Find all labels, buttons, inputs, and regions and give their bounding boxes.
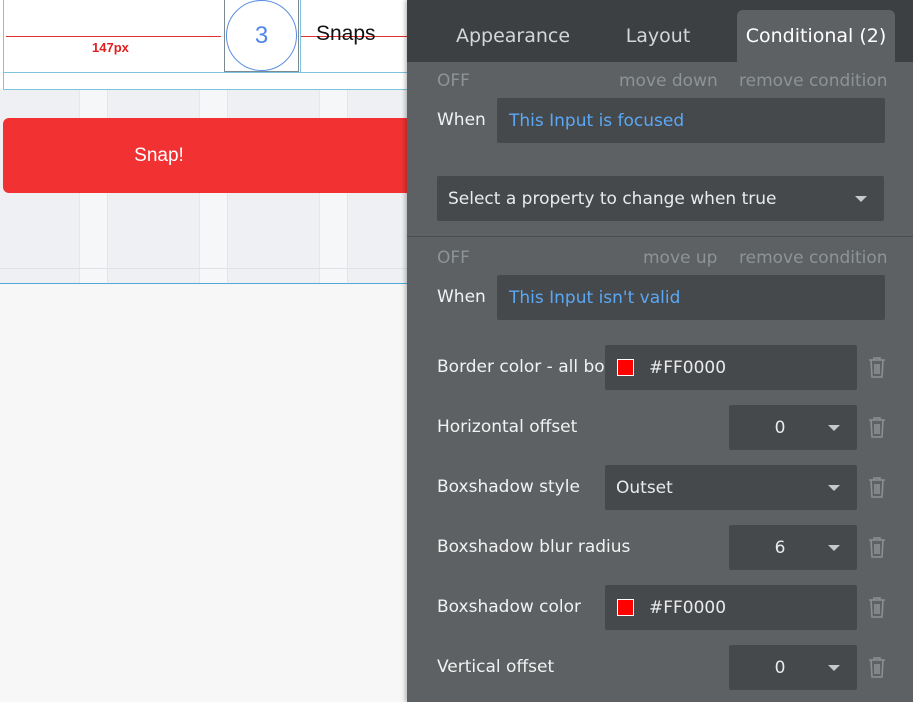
boxshadow-color-picker[interactable]: #FF0000 bbox=[605, 585, 857, 630]
trash-icon[interactable] bbox=[868, 596, 886, 618]
condition-separator bbox=[407, 236, 913, 237]
snaps-text-element[interactable]: Snaps bbox=[316, 22, 376, 46]
canvas-group-top[interactable]: 147px 3 Snaps bbox=[0, 0, 407, 90]
color-swatch bbox=[617, 359, 634, 376]
when-label: When bbox=[437, 110, 486, 130]
move-up-link[interactable]: move up bbox=[643, 248, 717, 268]
tab-appearance[interactable]: Appearance bbox=[433, 10, 593, 62]
element-border bbox=[0, 283, 407, 284]
vertical-offset-value: 0 bbox=[774, 657, 786, 678]
move-down-link[interactable]: move down bbox=[619, 71, 718, 91]
boxshadow-color-value: #FF0000 bbox=[649, 597, 727, 618]
chevron-down-icon bbox=[828, 665, 840, 671]
distance-label: 147px bbox=[92, 40, 129, 55]
color-swatch bbox=[617, 599, 634, 616]
horizontal-offset-dropdown[interactable]: 0 bbox=[729, 405, 857, 450]
chevron-down-icon bbox=[828, 485, 840, 491]
boxshadow-blur-radius-value: 6 bbox=[774, 537, 786, 558]
remove-condition-link[interactable]: remove condition bbox=[739, 248, 888, 268]
horizontal-offset-label: Horizontal offset bbox=[437, 417, 578, 437]
element-border bbox=[300, 0, 301, 72]
property-select-placeholder: Select a property to change when true bbox=[448, 188, 777, 209]
boxshadow-style-dropdown[interactable]: Outset bbox=[605, 465, 857, 510]
border-color-label: Border color - all borders bbox=[437, 357, 605, 377]
boxshadow-blur-radius-dropdown[interactable]: 6 bbox=[729, 525, 857, 570]
border-color-value: #FF0000 bbox=[649, 357, 727, 378]
tab-bar: Appearance Layout Conditional (2) bbox=[407, 0, 913, 62]
tab-conditional[interactable]: Conditional (2) bbox=[737, 10, 895, 62]
property-select-dropdown[interactable]: Select a property to change when true bbox=[437, 176, 884, 221]
vertical-offset-label: Vertical offset bbox=[437, 657, 555, 677]
condition-expression-text: This Input isn't valid bbox=[509, 287, 681, 308]
distance-guide-line bbox=[6, 36, 221, 37]
boxshadow-color-label: Boxshadow color bbox=[437, 597, 582, 617]
snap-button[interactable]: Snap! bbox=[3, 118, 407, 193]
condition-expression-input[interactable]: This Input isn't valid bbox=[497, 275, 885, 320]
property-editor-panel: Appearance Layout Conditional (2) OFF mo… bbox=[407, 0, 913, 702]
trash-icon[interactable] bbox=[868, 416, 886, 438]
trash-icon[interactable] bbox=[868, 476, 886, 498]
chevron-down-icon bbox=[828, 425, 840, 431]
element-border bbox=[3, 72, 407, 73]
boxshadow-style-value: Outset bbox=[616, 477, 673, 498]
border-color-picker[interactable]: #FF0000 bbox=[605, 345, 857, 390]
snap-button-label: Snap! bbox=[134, 144, 184, 166]
when-label: When bbox=[437, 287, 486, 307]
remove-condition-link[interactable]: remove condition bbox=[739, 71, 888, 91]
trash-icon[interactable] bbox=[868, 536, 886, 558]
boxshadow-style-label: Boxshadow style bbox=[437, 477, 580, 497]
condition-expression-text: This Input is focused bbox=[509, 110, 685, 131]
chevron-down-icon bbox=[828, 545, 840, 551]
number-element[interactable]: 3 bbox=[224, 0, 299, 72]
grid-line bbox=[0, 268, 407, 269]
number-circle: 3 bbox=[226, 0, 297, 71]
condition-expression-input[interactable]: This Input is focused bbox=[497, 98, 885, 143]
trash-icon[interactable] bbox=[868, 356, 886, 378]
trash-icon[interactable] bbox=[868, 656, 886, 678]
condition-toggle-off[interactable]: OFF bbox=[437, 248, 470, 268]
vertical-offset-dropdown[interactable]: 0 bbox=[729, 645, 857, 690]
tab-layout[interactable]: Layout bbox=[603, 10, 713, 62]
chevron-down-icon bbox=[855, 196, 867, 202]
condition-toggle-off[interactable]: OFF bbox=[437, 71, 470, 91]
horizontal-offset-value: 0 bbox=[774, 417, 786, 438]
boxshadow-blur-radius-label: Boxshadow blur radius bbox=[437, 537, 631, 557]
element-border bbox=[3, 0, 4, 90]
editor-canvas[interactable]: 147px 3 Snaps Snap! bbox=[0, 0, 407, 702]
